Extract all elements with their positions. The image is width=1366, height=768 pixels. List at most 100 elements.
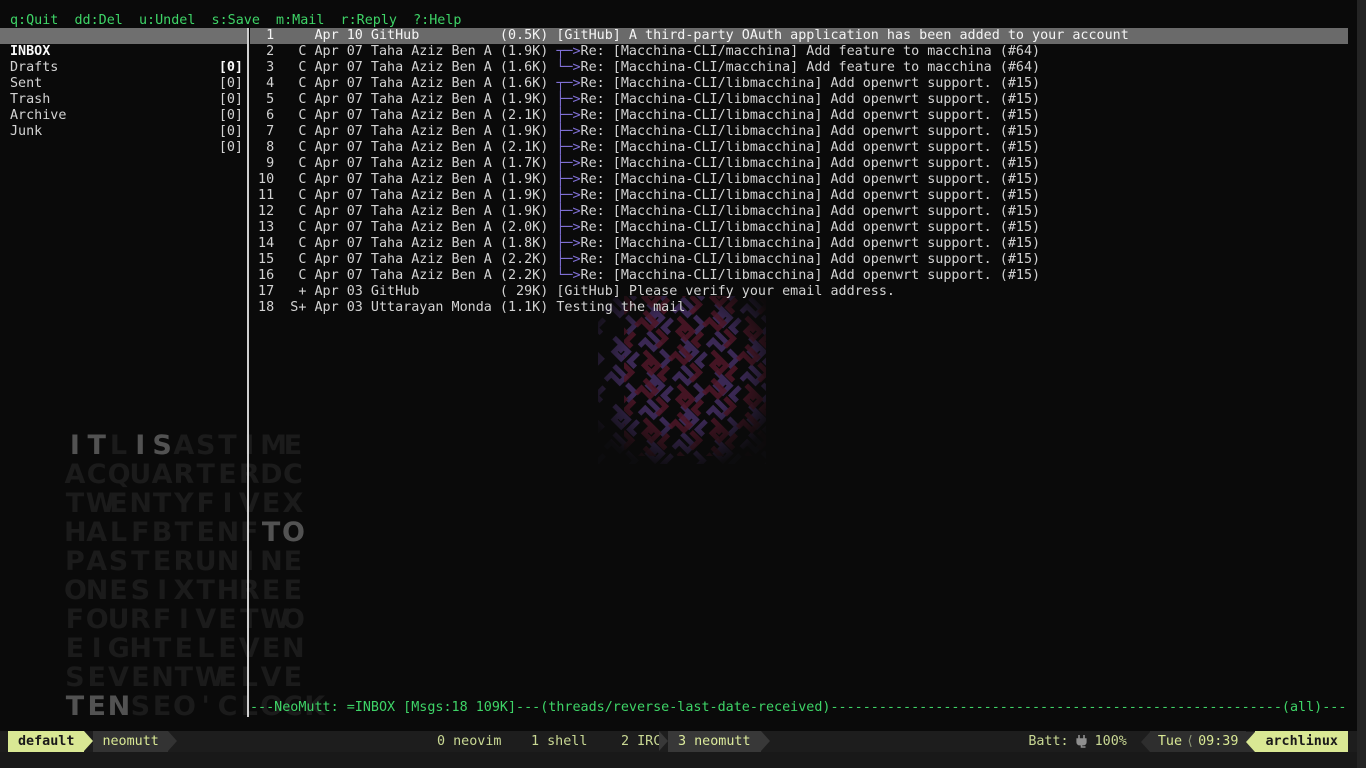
sidebar-mailbox-trash[interactable]: Trash [0] [0,76,247,92]
mail-row-meta: 2 C Apr 07 Taha Aziz Ben A (1.9K) [250,44,556,59]
thread-tree-icon: ├─> [556,92,580,107]
wallpaper-word-clock: ITLISASTIME ACQUARTERDC TWENTYFIVEX HALF… [64,431,326,721]
mail-row-meta: 16 C Apr 07 Taha Aziz Ben A (2.2K) [250,268,556,283]
sidebar-mailbox-sent[interactable]: Sent [0] [0,60,247,76]
mail-row[interactable]: 5 C Apr 07 Taha Aziz Ben A (1.9K) ├─>Re:… [250,92,1348,108]
thread-tree-icon: ├─> [556,204,580,219]
word-clock-row: ITLISASTIME [64,431,326,460]
word-clock-row: ONESIXTHREE [64,576,326,605]
mail-row[interactable]: 16 C Apr 07 Taha Aziz Ben A (2.2K) └─>Re… [250,268,1348,284]
mail-row-meta: 10 C Apr 07 Taha Aziz Ben A (1.9K) [250,172,556,187]
tmux-window-neomutt-active[interactable]: 3 neomutt [659,731,770,752]
angle-separator-icon: ⟨ [1182,734,1198,749]
mail-row-meta: 14 C Apr 07 Taha Aziz Ben A (1.8K) [250,236,556,251]
mail-subject: Testing the mail [556,300,685,315]
mailbox-sidebar: INBOX [0] Drafts [0] Sent [0] Trash [0] … [0,28,247,124]
mail-subject: [GitHub] Please verify your email addres… [556,284,895,299]
tmux-status-bar: default neomutt 0 neovim 1 shell 2 IRC 3… [0,731,1357,752]
mail-row[interactable]: 8 C Apr 07 Taha Aziz Ben A (2.1K) ├─>Re:… [250,140,1348,156]
mail-subject: Re: [Macchina-CLI/libmacchina] Add openw… [581,76,1041,91]
mail-row-meta: 8 C Apr 07 Taha Aziz Ben A (2.1K) [250,140,556,155]
mail-subject: Re: [Macchina-CLI/libmacchina] Add openw… [581,92,1041,107]
mail-subject: Re: [Macchina-CLI/libmacchina] Add openw… [581,172,1041,187]
word-clock-row: FOURFIVETWO [64,605,326,634]
mail-row[interactable]: 9 C Apr 07 Taha Aziz Ben A (1.7K) ├─>Re:… [250,156,1348,172]
mail-row-meta: 3 C Apr 07 Taha Aziz Ben A (1.6K) [250,60,556,75]
mail-subject: Re: [Macchina-CLI/libmacchina] Add openw… [581,188,1041,203]
mail-row-meta: 17 + Apr 03 GitHub ( 29K) [250,284,556,299]
mailbox-count: [0] [219,124,243,140]
mailbox-count: [0] [219,140,243,156]
mail-subject: Re: [Macchina-CLI/libmacchina] Add openw… [581,268,1041,283]
sidebar-mailbox-drafts[interactable]: Drafts [0] [0,44,247,60]
word-clock-row: EIGHTELEVEN [64,634,326,663]
thread-tree-icon: ├─> [556,156,580,171]
mail-subject: Re: [Macchina-CLI/macchina] Add feature … [581,60,1041,75]
word-clock-row: HALFBTENFTO [64,518,326,547]
mail-row[interactable]: 4 C Apr 07 Taha Aziz Ben A (1.6K) ┬─>Re:… [250,76,1348,92]
mail-row-meta: 7 C Apr 07 Taha Aziz Ben A (1.9K) [250,124,556,139]
mail-row-meta: 9 C Apr 07 Taha Aziz Ben A (1.7K) [250,156,556,171]
mail-subject: Re: [Macchina-CLI/macchina] Add feature … [581,44,1041,59]
sidebar-divider [247,28,249,717]
mail-subject: Re: [Macchina-CLI/libmacchina] Add openw… [581,140,1041,155]
mail-index: 1 Apr 10 GitHub (0.5K) [GitHub] A third-… [250,28,1348,316]
mail-row[interactable]: 18 S+ Apr 03 Uttarayan Monda (1.1K) Test… [250,300,1348,316]
mail-row-meta: 1 Apr 10 GitHub (0.5K) [250,28,556,43]
thread-tree-icon: ┬─> [556,44,580,59]
thread-tree-icon: ├─> [556,140,580,155]
screen-edge-bottom [0,752,1357,768]
day-label: Tue [1158,734,1182,749]
mail-row-meta: 5 C Apr 07 Taha Aziz Ben A (1.9K) [250,92,556,107]
thread-tree-icon: ├─> [556,172,580,187]
sidebar-mailbox-inbox[interactable]: INBOX [0] [0,28,247,44]
mail-row[interactable]: 6 C Apr 07 Taha Aziz Ben A (2.1K) ├─>Re:… [250,108,1348,124]
tmux-window-shell[interactable]: 1 shell [531,731,587,752]
tmux-active-window-label: 3 neomutt [668,731,761,752]
thread-tree-icon: ├─> [556,124,580,139]
mail-row[interactable]: 3 C Apr 07 Taha Aziz Ben A (1.6K) └─>Re:… [250,60,1348,76]
tmux-session-badge[interactable]: default [8,731,84,752]
mail-row[interactable]: 7 C Apr 07 Taha Aziz Ben A (1.9K) ├─>Re:… [250,124,1348,140]
word-clock-row: TWENTYFIVEX [64,489,326,518]
sidebar-mailbox-archive[interactable]: Archive [0] [0,92,247,108]
mail-row-meta: 18 S+ Apr 03 Uttarayan Monda (1.1K) [250,300,556,315]
mail-row[interactable]: 15 C Apr 07 Taha Aziz Ben A (2.2K) ├─>Re… [250,252,1348,268]
screen-edge-right [1357,0,1366,768]
thread-tree-icon: └─> [556,60,580,75]
mail-row[interactable]: 2 C Apr 07 Taha Aziz Ben A (1.9K) ┬─>Re:… [250,44,1348,60]
mail-row-meta: 11 C Apr 07 Taha Aziz Ben A (1.9K) [250,188,556,203]
thread-tree-icon: ├─> [556,236,580,251]
battery-label: Batt: [1028,731,1068,752]
neomutt-help-bar: q:Quit dd:Del u:Undel s:Save m:Mail r:Re… [10,13,461,29]
powerline-arrow-icon [84,731,93,751]
thread-tree-icon: ├─> [556,252,580,267]
word-clock-row: PASTERUNINE [64,547,326,576]
mail-row[interactable]: 10 C Apr 07 Taha Aziz Ben A (1.9K) ├─>Re… [250,172,1348,188]
mail-subject: Re: [Macchina-CLI/libmacchina] Add openw… [581,204,1041,219]
mail-subject: Re: [Macchina-CLI/libmacchina] Add openw… [581,108,1041,123]
mail-row[interactable]: 17 + Apr 03 GitHub ( 29K) [GitHub] Pleas… [250,284,1348,300]
tmux-host-segment: neomutt [93,731,167,752]
mail-subject: Re: [Macchina-CLI/libmacchina] Add openw… [581,236,1041,251]
mail-row-meta: 4 C Apr 07 Taha Aziz Ben A (1.6K) [250,76,556,91]
mail-row[interactable]: 14 C Apr 07 Taha Aziz Ben A (1.8K) ├─>Re… [250,236,1348,252]
neomutt-status-line: ---NeoMutt: =INBOX [Msgs:18 109K]---(thr… [250,700,1346,716]
powerline-arrow-icon [168,731,177,751]
powerline-arrow-icon [1141,732,1150,752]
powerline-arrow-icon [659,731,668,751]
mail-row[interactable]: 11 C Apr 07 Taha Aziz Ben A (1.9K) ├─>Re… [250,188,1348,204]
word-clock-row: ACQUARTERDC [64,460,326,489]
tmux-window-irc[interactable]: 2 IRC [621,731,661,752]
sidebar-mailbox-junk[interactable]: Junk [0] [0,108,247,124]
mail-row[interactable]: 1 Apr 10 GitHub (0.5K) [GitHub] A third-… [250,28,1348,44]
tmux-clock-segment: Tue⟨09:39 [1150,731,1247,752]
mail-row-meta: 12 C Apr 07 Taha Aziz Ben A (1.9K) [250,204,556,219]
mail-subject: Re: [Macchina-CLI/libmacchina] Add openw… [581,220,1041,235]
mail-row-meta: 6 C Apr 07 Taha Aziz Ben A (2.1K) [250,108,556,123]
mail-row[interactable]: 12 C Apr 07 Taha Aziz Ben A (1.9K) ├─>Re… [250,204,1348,220]
time-label: 09:39 [1198,734,1238,749]
tmux-window-neovim[interactable]: 0 neovim [437,731,502,752]
mail-subject: [GitHub] A third-party OAuth application… [556,28,1128,43]
mail-row[interactable]: 13 C Apr 07 Taha Aziz Ben A (2.0K) ├─>Re… [250,220,1348,236]
